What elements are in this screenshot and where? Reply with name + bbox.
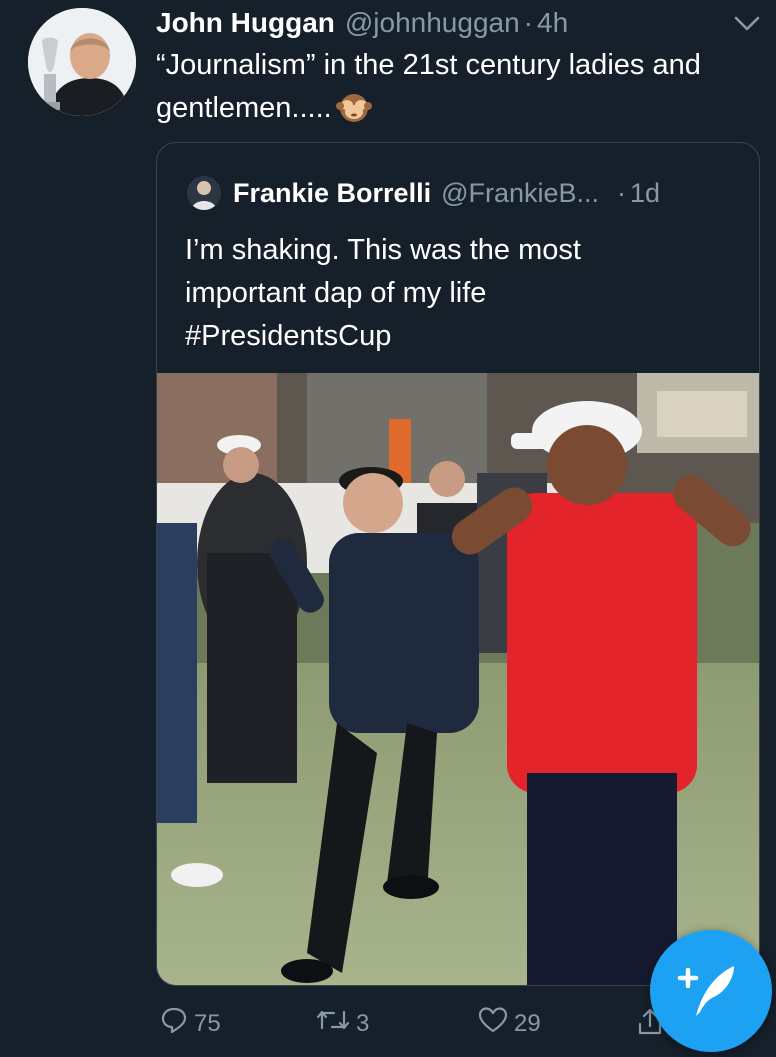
quoted-tweet-text: I’m shaking. This was the most important… [185,229,745,358]
quoted-tweet-card[interactable]: Frankie Borrelli @FrankieB... · 1d I’m s… [156,142,760,986]
tweet-text-content: “Journalism” in the 21st century ladies … [156,49,701,124]
author-handle[interactable]: @johnhuggan [345,6,520,40]
quoted-tweet-header: Frankie Borrelli @FrankieB... · 1d [187,175,660,211]
like-count: 29 [514,1009,541,1037]
tweet-time[interactable]: 4h [537,6,568,40]
compose-tweet-button[interactable] [650,930,772,1052]
hashtag-link[interactable]: #PresidentsCup [185,315,745,358]
quoted-author-avatar [187,176,221,210]
reply-icon [160,1006,194,1041]
quoted-tweet-media[interactable] [157,373,759,985]
separator-dot: · [617,177,627,208]
tweet-text: “Journalism” in the 21st century ladies … [156,44,746,138]
retweet-count: 3 [356,1009,370,1037]
retweet-button[interactable]: 3 [316,1006,369,1041]
chevron-down-icon[interactable] [732,12,762,34]
tweet-header: John Huggan @johnhuggan · 4h [156,6,568,40]
retweet-icon [316,1006,356,1041]
author-name[interactable]: John Huggan [156,6,335,40]
separator-dot: · [523,7,533,38]
reply-count: 75 [194,1009,221,1037]
author-avatar[interactable] [28,8,136,116]
heart-icon [478,1006,514,1041]
quoted-author-handle: @FrankieB... [441,177,600,208]
like-button[interactable]: 29 [478,1006,541,1041]
quoted-tweet-time: 1d [630,177,661,208]
reply-button[interactable]: 75 [160,1006,221,1041]
quoted-text-line: important dap of my life [185,277,487,309]
quoted-text-line: I’m shaking. This was the most [185,234,581,266]
quoted-author-name: Frankie Borrelli [233,177,432,208]
see-no-evil-monkey-icon [335,89,372,138]
